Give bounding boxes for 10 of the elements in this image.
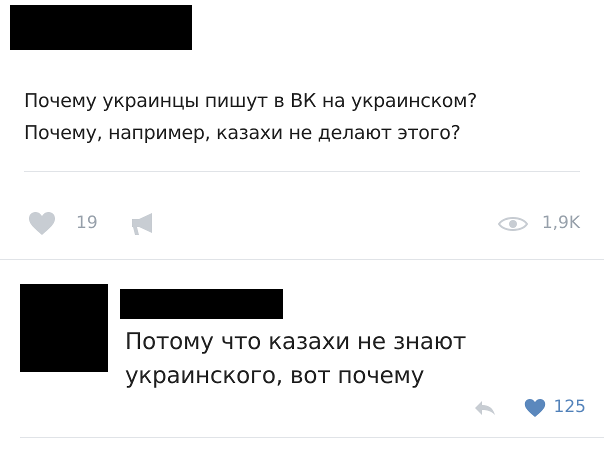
post-text-line: Почему, например, казахи не делают этого? [24, 121, 462, 146]
comment-text-line: украинского, вот почему [125, 362, 426, 391]
heart-icon[interactable] [28, 211, 56, 236]
like-count: 125 [554, 396, 586, 419]
view-count: 1,9K [542, 212, 580, 235]
like-count: 19 [76, 212, 98, 235]
heart-icon[interactable] [524, 398, 546, 418]
comment-text-line: Потому что казахи не знают [125, 328, 468, 357]
reply-icon[interactable] [474, 400, 496, 416]
post-text-line: Почему украинцы пишут в ВК на украинском? [24, 89, 478, 114]
